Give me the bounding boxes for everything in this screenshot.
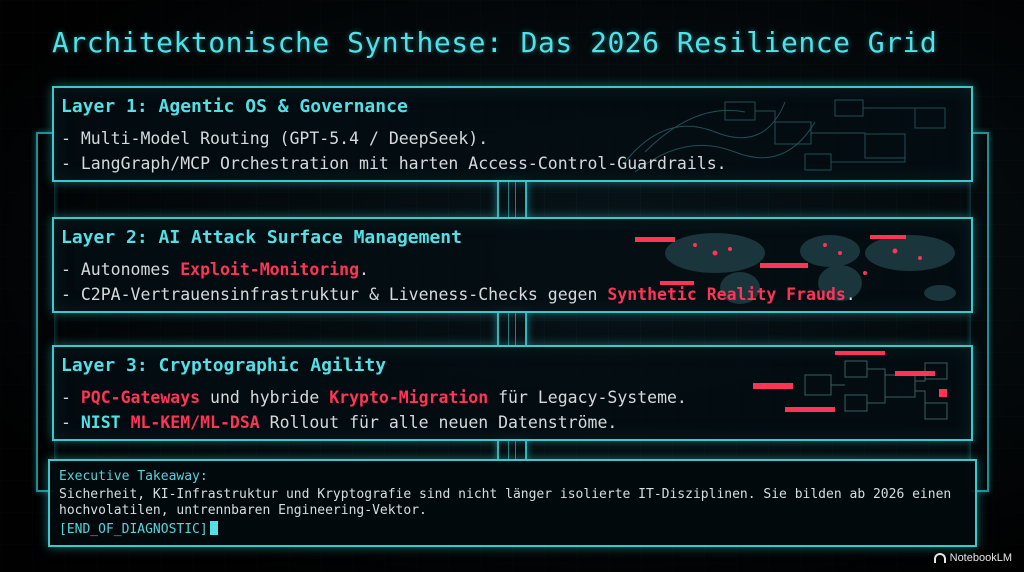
- bullet-highlight-cyan: NIST: [80, 413, 121, 432]
- layer-card-crypto-agility: Layer 3: Cryptographic Agility - PQC-Gat…: [52, 345, 973, 441]
- watermark-text: NotebookLM: [949, 552, 1012, 564]
- layer-bullet: - Multi-Model Routing (GPT-5.4 / DeepSee…: [61, 129, 489, 148]
- bullet-text: - Autonomes: [61, 260, 181, 279]
- layer-card-governance: Layer 1: Agentic OS & Governance - Multi…: [52, 86, 973, 182]
- takeaway-body: Sicherheit, KI-Infrastruktur und Kryptog…: [59, 487, 952, 518]
- bullet-text: -: [61, 388, 81, 407]
- bullet-text: für Legacy-Systeme.: [488, 388, 687, 407]
- bullet-text: -: [61, 413, 81, 432]
- notebooklm-logo-icon: [933, 553, 946, 563]
- layer-card-attack-surface: Layer 2: AI Attack Surface Management - …: [52, 217, 973, 313]
- executive-takeaway-box: Executive Takeaway: Sicherheit, KI-Infra…: [48, 459, 977, 547]
- takeaway-end-marker: [END_OF_DIAGNOSTIC]: [59, 521, 218, 537]
- end-marker-text: [END_OF_DIAGNOSTIC]: [59, 522, 208, 537]
- bullet-highlight: ML-KEM/ML-DSA: [130, 413, 260, 432]
- layer-title: Layer 1: Agentic OS & Governance: [61, 96, 408, 117]
- layer-bullet: - LangGraph/MCP Orchestration mit harten…: [61, 154, 727, 173]
- bullet-text: .: [359, 260, 369, 279]
- bullet-text: .: [845, 285, 856, 304]
- bullet-highlight: Exploit-Monitoring: [180, 260, 360, 279]
- page-title: Architektonische Synthese: Das 2026 Resi…: [52, 26, 938, 59]
- layer-title: Layer 2: AI Attack Surface Management: [61, 227, 462, 248]
- layer-bullet: - C2PA-Vertrauensinfrastruktur & Livenes…: [61, 285, 856, 304]
- layer-title: Layer 3: Cryptographic Agility: [61, 355, 387, 376]
- takeaway-heading: Executive Takeaway:: [59, 469, 208, 484]
- flowchart-decoration: [753, 351, 948, 420]
- bullet-text: und hybride: [200, 388, 330, 407]
- terminal-cursor-icon: [209, 521, 218, 535]
- layer-bullet: - Autonomes Exploit-Monitoring.: [61, 260, 369, 279]
- connector-spine-bottom: [497, 439, 527, 461]
- bullet-text: Rollout für alle neuen Datenströme.: [259, 413, 618, 432]
- connector-spine-mid: [497, 311, 527, 345]
- right-rail: [971, 132, 989, 492]
- bullet-text: [121, 413, 131, 432]
- bullet-text: - C2PA-Vertrauensinfrastruktur & Livenes…: [61, 285, 608, 304]
- connector-spine-top: [497, 180, 527, 220]
- bullet-highlight: PQC-Gateways: [80, 388, 201, 407]
- layer-bullet: - NIST ML-KEM/ML-DSA Rollout für alle ne…: [61, 413, 617, 432]
- layer-bullet: - PQC-Gateways und hybride Krypto-Migrat…: [61, 388, 687, 407]
- watermark: NotebookLM: [933, 552, 1012, 564]
- bullet-highlight: Krypto-Migration: [329, 388, 489, 407]
- bullet-highlight: Synthetic Reality Frauds: [607, 285, 846, 304]
